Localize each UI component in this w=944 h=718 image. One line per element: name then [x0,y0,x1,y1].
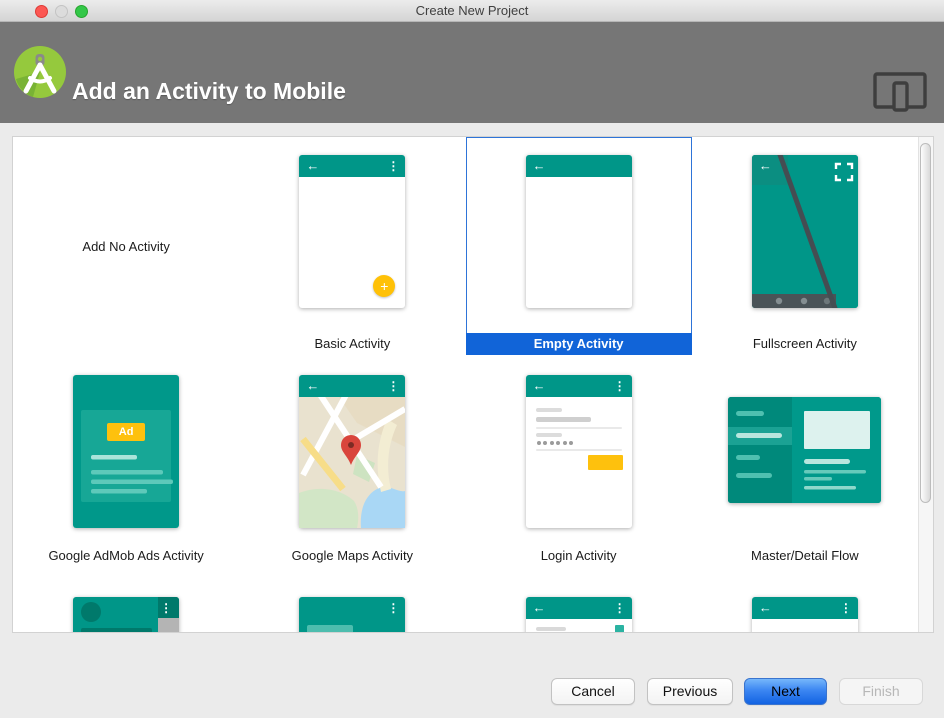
kebab-menu-icon: ⋮ [839,601,852,615]
settings-line [535,627,566,631]
login-button-placeholder [587,455,623,470]
kebab-menu-icon: ⋮ [387,379,400,393]
activity-cell-google-maps-activity[interactable]: ← ⋮ Google Maps Activity [239,355,465,573]
activity-cell-basic-activity[interactable]: ← ⋮ + Basic Activity [239,137,465,355]
zoom-window-button[interactable] [75,4,88,18]
gallery-row-3: ⋮ ⋮ ← ⋮ ← ⋮ [13,573,918,632]
activity-label: Google AdMob Ads Activity [48,548,204,563]
window-title: Create New Project [415,3,529,18]
activity-cell-fullscreen-activity[interactable]: ← Fullscreen Activity [692,137,918,355]
avatar-placeholder [81,602,102,622]
wizard-header: Add an Activity to Mobile [0,22,944,123]
back-arrow-icon: ← [532,600,546,615]
master-detail-thumbnail [728,397,882,503]
admob-thumbnail-art [73,375,180,528]
mini-appbar: ← [525,155,632,177]
activity-label: Login Activity [540,548,617,563]
form-label-placeholder [535,433,562,437]
mini-appbar: ← ⋮ [751,597,858,619]
activity-cell-master-detail-flow[interactable]: Master/Detail Flow [692,355,918,573]
basic-activity-thumbnail: ← ⋮ + [299,155,406,308]
map-thumbnail-art [299,397,406,528]
kebab-menu-icon: ⋮ [387,601,400,615]
activity-cell-empty-activity[interactable]: ← Empty Activity [465,137,692,355]
kebab-menu-icon: ⋮ [160,601,173,615]
kebab-corner: ⋮ [158,597,180,618]
form-input-placeholder [535,417,591,422]
form-underline [535,449,622,451]
page-title: Add an Activity to Mobile [72,78,346,104]
activity-cell-add-no-activity[interactable]: Add No Activity [13,137,239,355]
wizard-footer: Cancel Previous Next Finish [0,633,944,718]
drawer-activity-thumbnail: ⋮ [73,597,180,632]
drawer-title-bar [81,628,153,632]
form-label-placeholder [535,408,562,412]
settings-activity-thumbnail: ← ⋮ [525,597,632,632]
cancel-button[interactable]: Cancel [551,678,635,705]
android-studio-logo-icon [14,46,66,98]
activity-label-selected: Empty Activity [465,333,692,355]
scrolling-title-block [307,625,354,632]
empty-activity-thumbnail: ← [525,155,632,308]
activity-label: Master/Detail Flow [751,548,859,563]
next-button[interactable]: Next [744,678,827,705]
activity-label: Basic Activity [314,336,391,351]
activity-cell-row3-3[interactable]: ← ⋮ [466,573,692,632]
activity-grid: Add No Activity ← ⋮ + Basic Activity ← E… [13,137,918,632]
activity-label: Add No Activity [82,238,170,254]
ad-badge: Ad [107,423,146,441]
admob-activity-thumbnail: Ad [73,375,180,528]
close-window-button[interactable] [35,4,48,18]
mini-appbar: ← ⋮ [525,375,632,397]
fullscreen-thumbnail-art [751,155,858,308]
scrolling-activity-thumbnail: ⋮ [299,597,406,632]
fullscreen-activity-thumbnail: ← [751,155,858,308]
mobile-form-factor-icon [873,72,927,112]
previous-button[interactable]: Previous [647,678,733,705]
mini-appbar: ← ⋮ [525,597,632,619]
password-dots [536,441,574,445]
settings-checkbox [614,625,624,632]
back-arrow-icon: ← [532,378,546,393]
finish-button: Finish [839,678,923,705]
activity-label: Fullscreen Activity [752,336,857,351]
back-arrow-icon: ← [758,158,772,173]
create-new-project-dialog: Create New Project Add an Activity to Mo… [0,0,944,718]
activity-cell-row3-1[interactable]: ⋮ [13,573,239,632]
master-detail-thumbnail-art [728,397,882,503]
fab-plus-icon: + [373,275,396,297]
gallery-row-1: Add No Activity ← ⋮ + Basic Activity ← E… [13,137,918,355]
kebab-menu-icon: ⋮ [613,379,626,393]
scrollbar-thumb[interactable] [920,143,931,503]
activity-label: Google Maps Activity [291,548,414,563]
drawer-gray-block [158,618,180,632]
tabbed-activity-thumbnail: ← ⋮ [751,597,858,632]
vertical-scrollbar[interactable] [918,137,933,632]
back-arrow-icon: ← [306,378,320,393]
login-activity-thumbnail: ← ⋮ [525,375,632,528]
form-underline [535,427,622,429]
back-arrow-icon: ← [758,600,772,615]
activity-cell-google-admob-ads-activity[interactable]: Ad Google AdMob Ads Activity [13,355,239,573]
activity-cell-login-activity[interactable]: ← ⋮ Login Activity [466,355,692,573]
maps-activity-thumbnail: ← ⋮ [299,375,406,528]
gallery-row-2: Ad Google AdMob Ads Activity ← ⋮ Google … [13,355,918,573]
mini-appbar: ← ⋮ [299,155,406,177]
mini-appbar: ← ⋮ [299,375,406,397]
kebab-menu-icon: ⋮ [613,601,626,615]
back-arrow-icon: ← [306,158,320,173]
back-arrow-icon: ← [532,158,546,173]
activity-cell-row3-2[interactable]: ⋮ [239,573,465,632]
minimize-window-button [55,4,68,18]
window-titlebar: Create New Project [0,0,944,22]
activity-gallery-panel: Add No Activity ← ⋮ + Basic Activity ← E… [12,136,934,633]
activity-cell-row3-4[interactable]: ← ⋮ [692,573,918,632]
kebab-menu-icon: ⋮ [387,159,400,173]
